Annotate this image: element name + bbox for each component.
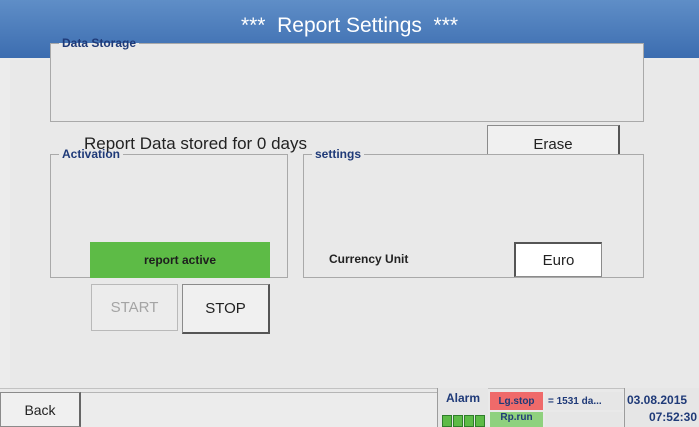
logger-status-badge: Lg.stop — [490, 392, 543, 410]
alarm-led — [464, 415, 474, 427]
stop-button[interactable]: STOP — [182, 284, 270, 334]
alarm-label: Alarm — [445, 391, 480, 405]
logger-days-readout: = 1531 da... — [545, 392, 623, 410]
currency-unit-label: Currency Unit — [329, 252, 409, 266]
settings-legend: settings — [315, 147, 362, 161]
alarm-led — [442, 415, 452, 427]
report-active-indicator: report active — [90, 242, 270, 278]
data-storage-legend: Data Storage — [62, 36, 137, 50]
activation-legend: Activation — [62, 147, 121, 161]
page-title: *** Report Settings *** — [240, 14, 459, 37]
start-button[interactable]: START — [91, 284, 178, 331]
currency-unit-field[interactable]: Euro — [514, 242, 602, 277]
report-status-badge: Rp.run — [490, 412, 543, 427]
back-button[interactable]: Back — [0, 392, 81, 427]
date-text: 03.08.2015 — [627, 393, 688, 407]
datetime-display: 03.08.2015 07:52:30 — [624, 388, 699, 427]
status-message-area — [81, 392, 437, 427]
alarm-led — [475, 415, 485, 427]
time-text: 07:52:30 — [648, 410, 697, 424]
data-storage-group: Data Storage — [50, 36, 644, 122]
alarm-led — [453, 415, 463, 427]
status-blank-cell — [545, 412, 623, 427]
alarm-indicator[interactable]: Alarm — [437, 388, 488, 427]
alarm-leds — [442, 415, 485, 427]
report-settings-screen: *** Report Settings *** Data Storage Rep… — [0, 0, 699, 427]
